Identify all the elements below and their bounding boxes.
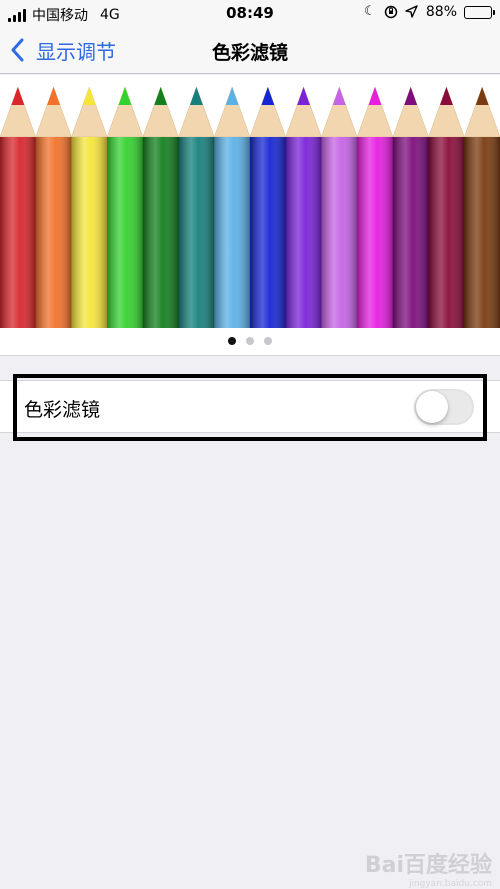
pencil [285,86,322,328]
navigation-bar: 显示调节 色彩滤镜 [0,28,500,74]
pencil [249,86,287,328]
color-filter-label: 色彩滤镜 [24,399,101,421]
page-dot[interactable] [228,337,236,345]
pencil [321,86,358,328]
watermark-logo: Bai百度经验 [365,847,492,879]
color-filter-toggle[interactable] [414,389,474,425]
page-title: 色彩滤镜 [211,42,288,64]
page-indicator[interactable] [0,337,500,345]
pencil [0,86,37,328]
pencil [35,86,72,328]
pencil [392,86,430,328]
pencil [463,86,500,328]
pencil [71,86,108,328]
watermark-text: Bai百度经验 [364,853,492,878]
do-not-disturb-moon-icon: ☾ [364,4,376,19]
status-bar: 中国移动 4G 08:49 ☾ 88% [0,0,500,28]
pencil [106,86,144,328]
page-dot[interactable] [264,337,272,345]
orientation-lock-icon [384,5,398,19]
toggle-knob [416,391,448,423]
pencil [213,86,251,328]
pencil [142,86,180,328]
pencil [356,86,394,328]
status-right: ☾ 88% [363,4,495,20]
pencil-preview-image [0,86,500,328]
pencil [428,86,465,328]
color-filter-row: 色彩滤镜 [0,380,500,433]
watermark-url: jingyan.baidu.com [408,879,492,889]
location-arrow-icon [405,5,419,19]
battery-icon [464,5,495,19]
color-filter-preview[interactable] [0,75,500,356]
page-dot[interactable] [246,337,254,345]
pencil [178,86,215,328]
battery-percent: 88% [425,4,457,20]
